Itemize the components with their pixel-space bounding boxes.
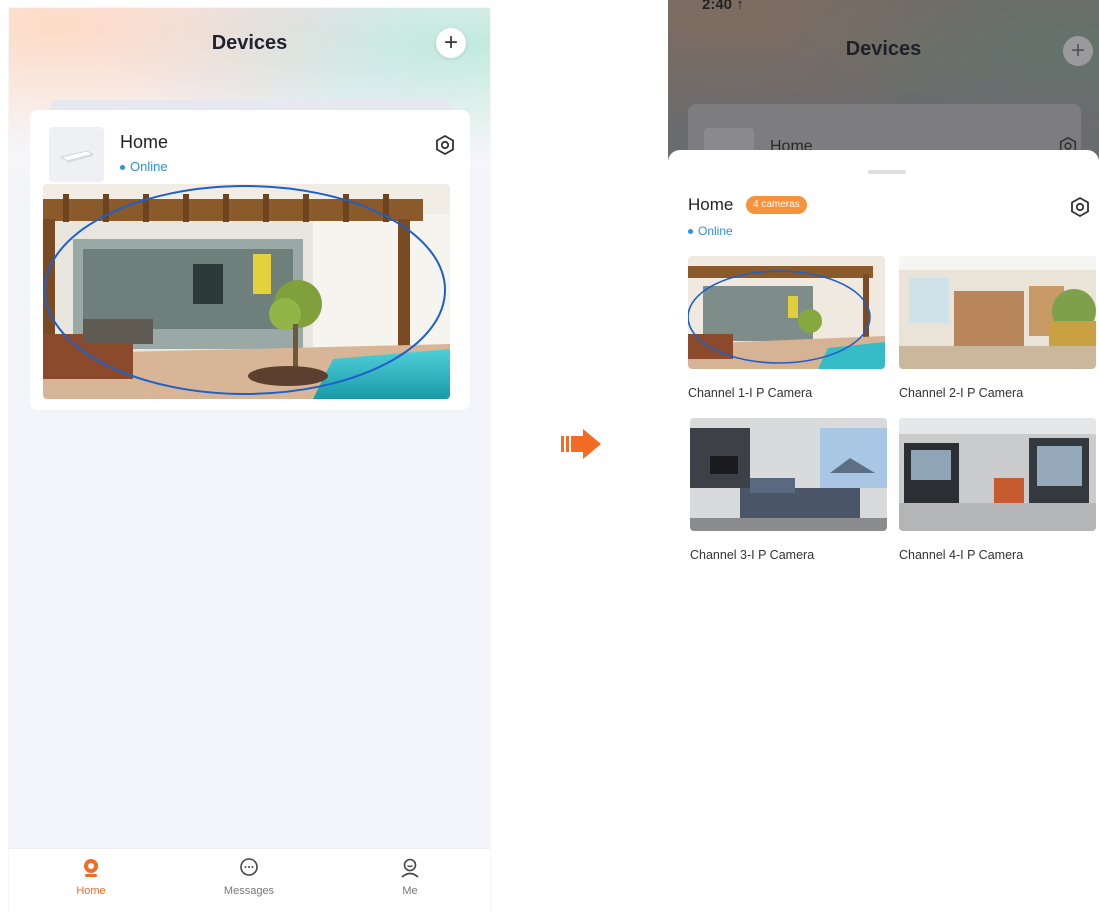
tab-me-label: Me	[402, 885, 418, 897]
camera-tile-2[interactable]: Channel 2-I P Camera	[899, 256, 1096, 400]
bottom-tab-bar: Home Messages Me	[9, 848, 490, 913]
devices-screen: Devices + Home Online Home Messages Me	[9, 8, 490, 913]
tab-messages-label: Messages	[223, 885, 275, 897]
chat-icon	[240, 858, 258, 876]
camera-icon	[84, 859, 98, 877]
camera-tile-1[interactable]: Channel 1-I P Camera	[688, 256, 885, 400]
plus-icon: +	[1070, 37, 1085, 64]
camera-thumbnail-2[interactable]	[899, 256, 1096, 369]
camera-label-2: Channel 2-I P Camera	[899, 386, 1024, 400]
camera-label-3: Channel 3-I P Camera	[690, 548, 815, 562]
camera-label-4: Channel 4-I P Camera	[899, 548, 1024, 562]
camera-count-badge: 4 cameras	[746, 196, 807, 214]
page-title: Devices	[845, 38, 922, 60]
camera-thumbnail-4[interactable]	[899, 418, 1096, 531]
camera-thumbnail-3[interactable]	[690, 418, 887, 531]
sheet-device-name: Home	[688, 195, 734, 214]
settings-icon[interactable]	[1069, 196, 1091, 223]
sheet-device-status: Online	[688, 224, 733, 238]
tab-messages[interactable]: Messages	[209, 857, 289, 897]
page-title: Devices	[211, 32, 288, 54]
online-dot	[120, 165, 125, 171]
add-device-button[interactable]: +	[436, 28, 466, 58]
device-status: Online	[120, 159, 168, 174]
plus-icon: +	[443, 29, 458, 56]
tab-me[interactable]: Me	[370, 857, 450, 897]
status-time: 2:40 ↑	[702, 0, 744, 13]
camera-thumbnail-1[interactable]	[688, 256, 885, 369]
camera-tile-3[interactable]: Channel 3-I P Camera	[690, 418, 887, 562]
user-icon	[401, 858, 419, 878]
drag-handle[interactable]	[868, 170, 906, 174]
tab-home-label: Home	[76, 885, 106, 897]
add-device-button[interactable]: +	[1063, 36, 1093, 66]
tab-home[interactable]: Home	[51, 857, 131, 897]
camera-sheet: Home 4 cameras Online Channel 1-I P Came…	[668, 150, 1099, 913]
camera-tile-4[interactable]: Channel 4-I P Camera	[899, 418, 1096, 562]
device-card[interactable]: Home Online	[30, 110, 470, 410]
arrow-right-icon	[561, 427, 603, 466]
devices-screen-expanded: 2:40 ↑ Devices + Home Home 4 cameras Onl…	[668, 0, 1099, 913]
device-thumbnail	[49, 127, 104, 182]
camera-preview[interactable]	[43, 184, 450, 399]
camera-label-1: Channel 1-I P Camera	[688, 386, 813, 400]
settings-icon[interactable]	[434, 134, 456, 161]
online-dot	[688, 229, 693, 235]
device-name: Home	[120, 132, 169, 152]
